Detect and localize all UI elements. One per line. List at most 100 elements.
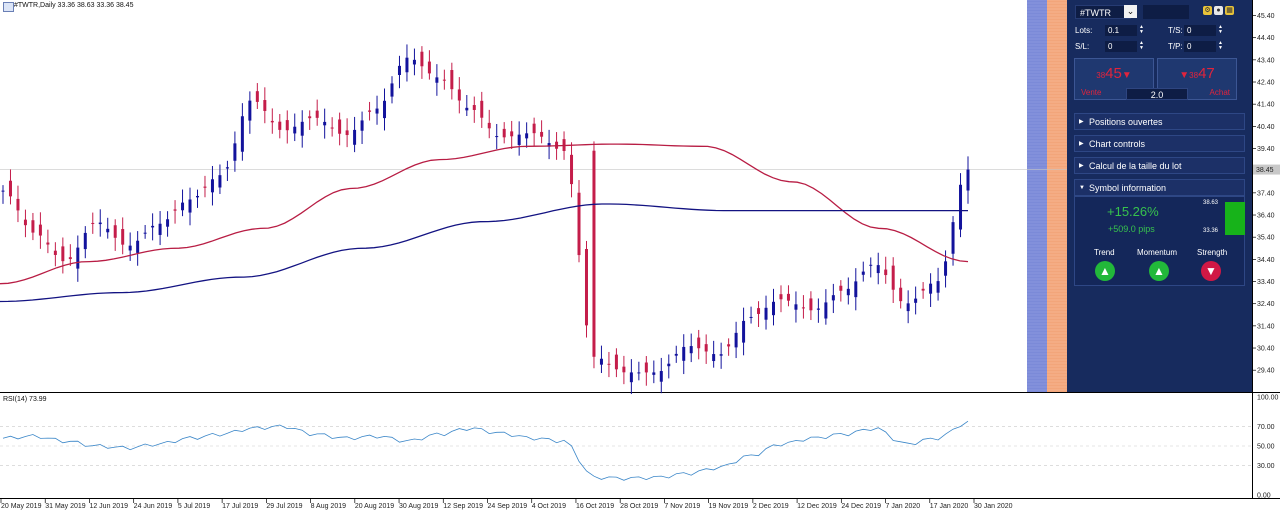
- candle-bull: [83, 232, 87, 250]
- symbol-search-field[interactable]: [1143, 5, 1189, 19]
- chevron-down-icon[interactable]: ⌄: [1124, 5, 1137, 18]
- candle-bear: [480, 100, 484, 118]
- candle-bull: [210, 179, 214, 193]
- date-tick-label: 30 Aug 2019: [399, 503, 438, 510]
- section-label: Symbol information: [1089, 183, 1167, 193]
- section-label: Calcul de la taille du lot: [1089, 161, 1182, 171]
- candle-bull: [951, 222, 955, 254]
- date-tick-label: 17 Jul 2019: [222, 503, 258, 510]
- candle-bear: [801, 307, 805, 309]
- sell-label: Vente: [1081, 88, 1102, 97]
- candle-bear: [644, 362, 648, 373]
- sl-stepper[interactable]: ▲ ▼: [1138, 41, 1145, 52]
- quantity-input[interactable]: 2.0: [1126, 88, 1188, 100]
- sl-input[interactable]: 0: [1105, 41, 1137, 52]
- candle-bear: [23, 219, 27, 226]
- candle-bull: [166, 219, 170, 227]
- caret-down-icon: ▼: [1079, 185, 1085, 191]
- candle-bull: [794, 304, 798, 310]
- candle-bear: [540, 131, 544, 137]
- candle-bear: [622, 366, 626, 373]
- candle-bull: [397, 65, 401, 75]
- rsi-line: [2, 420, 969, 481]
- lots-stepper[interactable]: ▲ ▼: [1138, 25, 1145, 36]
- price-tick-label: 32.40: [1257, 301, 1275, 308]
- arrow-down-icon: ▼: [1121, 70, 1132, 81]
- candle-bear: [91, 222, 95, 224]
- candle-bull: [689, 346, 693, 354]
- candle-bull: [712, 354, 716, 362]
- tp-stepper[interactable]: ▲ ▼: [1217, 41, 1224, 52]
- tp-input[interactable]: 0: [1184, 41, 1216, 52]
- price-tick-label: 40.40: [1257, 124, 1275, 131]
- caret-right-icon: ▶: [1079, 141, 1084, 147]
- candle-bull: [682, 346, 686, 361]
- price-tick-label: 39.40: [1257, 146, 1275, 153]
- candle-bear: [704, 344, 708, 352]
- ts-input[interactable]: 0: [1184, 25, 1216, 36]
- candle-bull: [128, 245, 132, 251]
- candle-bear: [727, 344, 731, 347]
- price-tick-label: 29.40: [1257, 368, 1275, 375]
- date-tick-label: 5 Jul 2019: [178, 503, 210, 510]
- low-value: 33.36: [1203, 228, 1219, 234]
- info-icon[interactable]: ●: [1214, 6, 1223, 15]
- candle-bull: [323, 121, 327, 126]
- candle-bear: [809, 298, 813, 311]
- candle-bull: [599, 358, 603, 365]
- candle-bull: [181, 202, 185, 211]
- candle-bear: [592, 150, 596, 357]
- caret-right-icon: ▶: [1079, 119, 1084, 125]
- candle-bull: [652, 372, 656, 375]
- date-tick-label: 12 Jun 2019: [89, 503, 128, 510]
- candle-bull: [966, 169, 970, 191]
- calendar-icon[interactable]: ▦: [1225, 6, 1234, 15]
- candle-bull: [906, 303, 910, 312]
- candle-bull: [944, 261, 948, 276]
- candle-bear: [570, 154, 574, 185]
- candle-bull: [435, 77, 439, 83]
- candle-bear: [427, 61, 431, 74]
- candle-bear: [31, 220, 35, 233]
- price-tick-label: 30.40: [1257, 346, 1275, 353]
- candle-bear: [315, 110, 319, 118]
- candle-bear: [532, 123, 536, 134]
- candle-bull: [854, 281, 858, 298]
- candle-bear: [345, 130, 349, 136]
- trend-up-icon: ▲: [1095, 261, 1115, 281]
- buy-price-big: 47: [1198, 65, 1215, 82]
- candle-bull: [824, 302, 828, 319]
- ts-stepper[interactable]: ▲ ▼: [1217, 25, 1224, 36]
- date-tick-label: 7 Nov 2019: [664, 503, 700, 510]
- buy-label: Achat: [1209, 88, 1230, 97]
- candle-bull: [240, 116, 244, 152]
- settings-icon[interactable]: ⚙: [1203, 6, 1212, 15]
- candle-bull: [300, 121, 304, 136]
- moving-average-slow: [0, 203, 968, 303]
- trading-panel: #TWTR ⌄ ⚙ ● ▦ Lots: 0.1 ▲ ▼ T/S: 0 ▲ ▼ S/L…: [1067, 0, 1252, 392]
- price-tick-label: 34.40: [1257, 257, 1275, 264]
- date-tick-label: 12 Sep 2019: [443, 503, 483, 510]
- candle-bear: [203, 186, 207, 188]
- candle-bear: [330, 127, 334, 129]
- price-tick-label: 37.40: [1257, 190, 1275, 197]
- symbol-select[interactable]: #TWTR: [1075, 5, 1131, 19]
- lots-input[interactable]: 0.1: [1105, 25, 1137, 36]
- range-bar: [1225, 202, 1245, 235]
- candle-bear: [757, 308, 761, 314]
- section-positions[interactable]: ▶ Positions ouvertes: [1074, 113, 1245, 130]
- candle-bear: [278, 121, 282, 130]
- rsi-level-label: 0.00: [1257, 493, 1271, 500]
- rsi-level-label: 70.00: [1257, 424, 1275, 431]
- ts-label: T/S:: [1168, 26, 1183, 35]
- section-chart-controls[interactable]: ▶ Chart controls: [1074, 135, 1245, 152]
- section-symbol-info[interactable]: ▼ Symbol information: [1074, 179, 1245, 196]
- current-price-label: 38.45: [1256, 167, 1274, 174]
- section-lot-size[interactable]: ▶ Calcul de la taille du lot: [1074, 157, 1245, 174]
- candle-bear: [308, 116, 312, 119]
- candle-bull: [390, 83, 394, 97]
- candle-bear: [113, 225, 117, 238]
- candle-bull: [136, 240, 140, 253]
- date-tick-label: 29 Jul 2019: [266, 503, 302, 510]
- date-tick-label: 30 Jan 2020: [974, 503, 1013, 510]
